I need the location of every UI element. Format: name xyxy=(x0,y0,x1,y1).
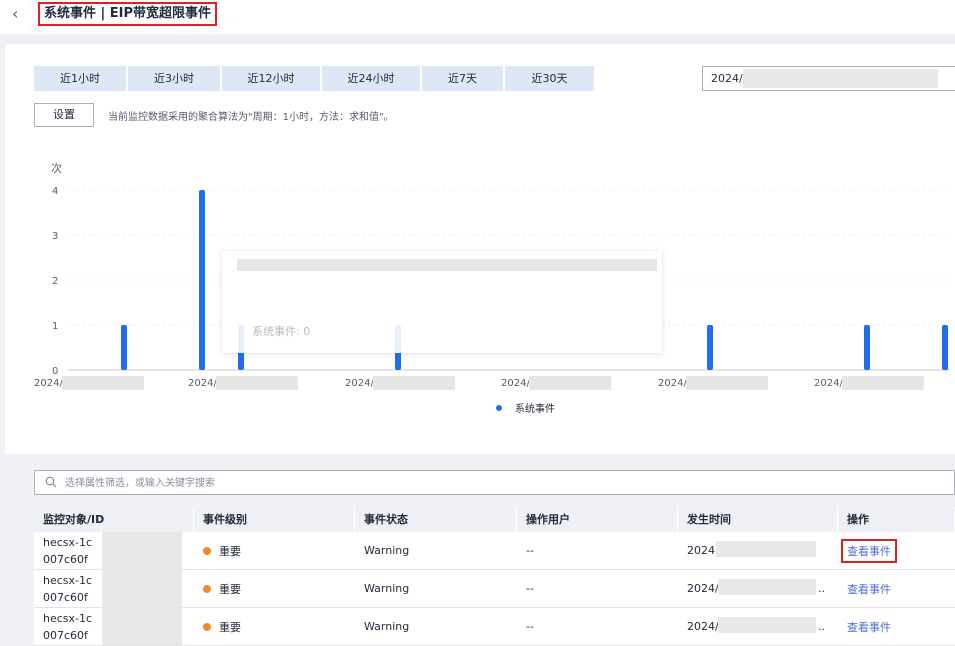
object-id: 007c60f xyxy=(43,590,88,604)
chart-bar[interactable] xyxy=(864,325,870,370)
table-row: hecsx-1c 007c60f 重要 Warning -- 2024 查看事件 xyxy=(34,532,955,570)
view-event-link[interactable]: 查看事件 xyxy=(847,581,891,597)
x-tick-label: 2024/ xyxy=(345,378,374,389)
object-name: hecsx-1c xyxy=(43,573,93,587)
table-row: hecsx-1c 007c60f 重要 Warning -- 2024/.. 查… xyxy=(34,608,955,646)
y-axis-label: 次 xyxy=(51,161,62,175)
redacted-blur xyxy=(102,608,182,645)
redacted-blur xyxy=(216,376,298,390)
action-cell: 查看事件 xyxy=(838,608,955,645)
y-tick-label: 0 xyxy=(52,366,58,377)
time-text: 2024 xyxy=(687,544,715,557)
redacted-blur xyxy=(716,541,816,557)
time-ellipsis: .. xyxy=(818,582,825,595)
level-cell: 重要 xyxy=(194,570,355,607)
status-cell: Warning xyxy=(364,620,410,633)
user-cell: -- xyxy=(526,620,534,633)
object-name: hecsx-1c xyxy=(43,611,93,625)
time-text: 2024/ xyxy=(687,620,719,633)
redacted-blur xyxy=(102,532,182,569)
tooltip-redacted xyxy=(237,259,657,271)
event-table: 监控对象/ID 事件级别 事件状态 操作用户 发生时间 操作 hecsx-1c … xyxy=(34,507,955,646)
view-event-link[interactable]: 查看事件 xyxy=(841,538,897,563)
action-cell: 查看事件 xyxy=(838,532,955,569)
chart-bar[interactable] xyxy=(707,325,713,370)
x-tick-label: 2024/ xyxy=(501,378,530,389)
time-cell: 2024/.. xyxy=(678,570,838,607)
y-tick-label: 1 xyxy=(52,321,58,332)
redacted-blur xyxy=(62,376,144,390)
x-tick-label: 2024/ xyxy=(188,378,217,389)
level-cell: 重要 xyxy=(194,608,355,645)
x-tick-label: 2024/ xyxy=(34,378,63,389)
time-cell: 2024 xyxy=(678,532,838,569)
chart-bar[interactable] xyxy=(199,190,205,370)
x-tick-label: 2024/ xyxy=(814,378,843,389)
search-input[interactable] xyxy=(63,473,947,494)
severity-dot-icon xyxy=(203,584,211,593)
level-text: 重要 xyxy=(219,544,241,558)
redacted-blur xyxy=(686,376,768,390)
user-cell: -- xyxy=(526,582,534,595)
redacted-blur xyxy=(842,376,924,390)
object-name: hecsx-1c xyxy=(43,535,93,549)
y-tick-label: 2 xyxy=(52,276,58,287)
col-level: 事件级别 xyxy=(194,507,355,532)
x-tick-label: 2024/ xyxy=(658,378,687,389)
redacted-blur xyxy=(718,617,816,633)
user-cell: -- xyxy=(526,544,534,557)
col-user: 操作用户 xyxy=(517,507,678,532)
severity-dot-icon xyxy=(203,546,211,555)
redacted-blur xyxy=(529,376,611,390)
chart-bar[interactable] xyxy=(121,325,127,370)
legend-dot xyxy=(496,405,502,411)
col-action: 操作 xyxy=(838,507,955,532)
event-chart: 0 1 2 3 4 2024/2024/2024/2024/2024/2024/ 次 系… xyxy=(34,161,950,415)
chart-tooltip: 系统事件: 0 xyxy=(222,251,662,353)
level-cell: 重要 xyxy=(194,532,355,569)
col-time: 发生时间 xyxy=(678,507,838,532)
y-tick-label: 3 xyxy=(52,231,58,242)
time-text: 2024/ xyxy=(687,582,719,595)
tooltip-value: 系统事件: 0 xyxy=(252,325,311,338)
object-id: 007c60f xyxy=(43,628,88,642)
object-cell: hecsx-1c 007c60f xyxy=(34,532,194,569)
col-object: 监控对象/ID xyxy=(34,507,194,532)
chart-bar[interactable] xyxy=(942,325,948,370)
object-cell: hecsx-1c 007c60f xyxy=(34,570,194,607)
table-header: 监控对象/ID 事件级别 事件状态 操作用户 发生时间 操作 xyxy=(34,507,955,532)
object-id: 007c60f xyxy=(43,552,88,566)
level-text: 重要 xyxy=(219,582,241,596)
search-icon xyxy=(45,476,57,488)
col-status: 事件状态 xyxy=(355,507,517,532)
table-row: hecsx-1c 007c60f 重要 Warning -- 2024/.. 查… xyxy=(34,570,955,608)
y-tick-label: 4 xyxy=(52,186,58,197)
redacted-blur xyxy=(373,376,455,390)
status-cell: Warning xyxy=(364,544,410,557)
redacted-blur xyxy=(102,570,182,607)
action-cell: 查看事件 xyxy=(838,570,955,607)
object-cell: hecsx-1c 007c60f xyxy=(34,608,194,645)
time-ellipsis: .. xyxy=(818,620,825,633)
severity-dot-icon xyxy=(203,622,211,631)
time-cell: 2024/.. xyxy=(678,608,838,645)
view-event-link[interactable]: 查看事件 xyxy=(847,619,891,635)
legend-label[interactable]: 系统事件 xyxy=(515,402,555,415)
level-text: 重要 xyxy=(219,620,241,634)
search-bar[interactable] xyxy=(34,470,955,495)
status-cell: Warning xyxy=(364,582,410,595)
redacted-blur xyxy=(718,579,816,595)
